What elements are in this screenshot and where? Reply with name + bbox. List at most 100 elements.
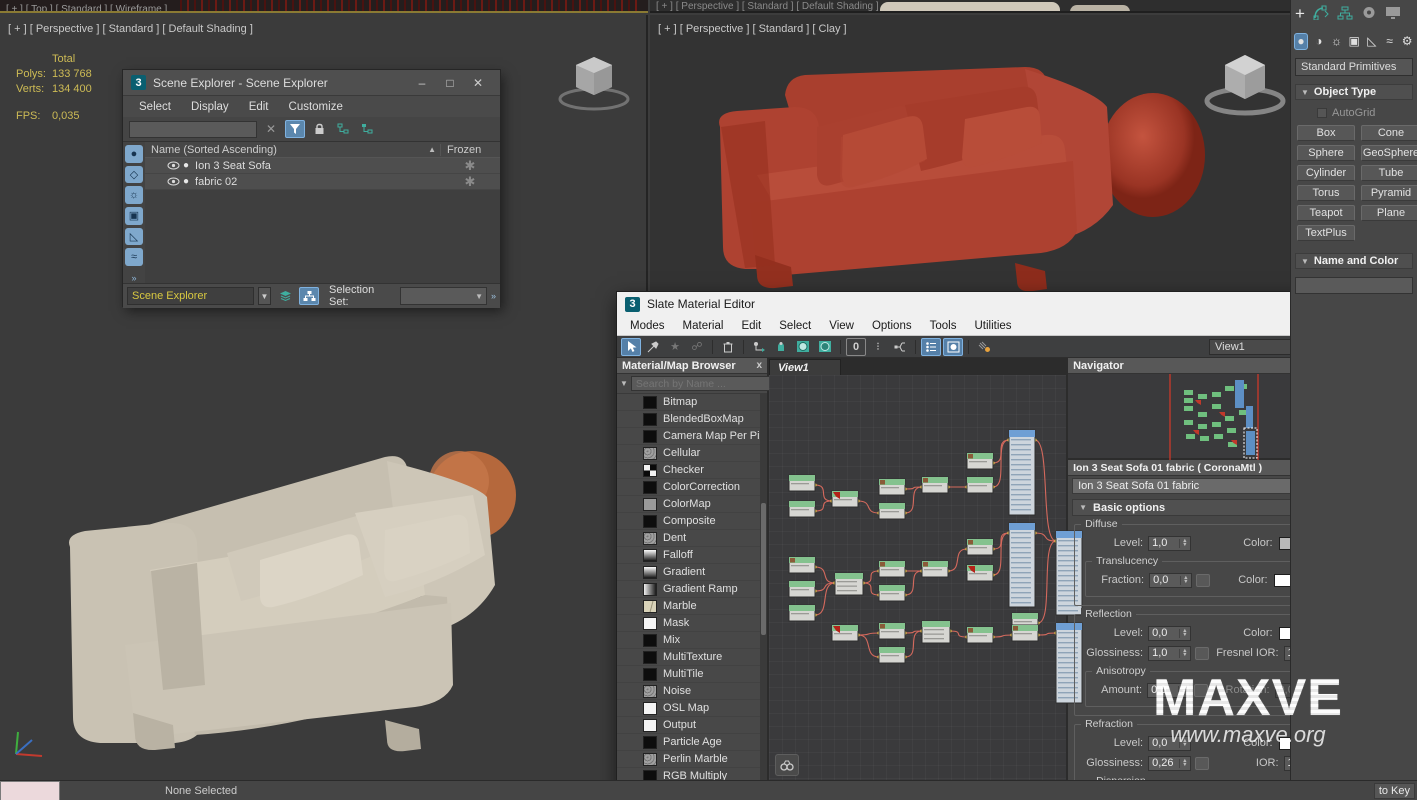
category-spacewarps-icon[interactable]: ≈: [1383, 33, 1397, 50]
layout-children-icon[interactable]: [890, 338, 910, 356]
primitive-button-plane[interactable]: Plane: [1361, 205, 1417, 221]
map-node[interactable]: [789, 605, 815, 621]
map-node[interactable]: [832, 491, 858, 507]
list-item[interactable]: BlendedBoxMap: [617, 411, 767, 428]
primitive-button-tube[interactable]: Tube: [1361, 165, 1417, 181]
browser-close-icon[interactable]: x: [756, 360, 762, 371]
assign-to-selection-icon[interactable]: [771, 338, 791, 356]
list-item[interactable]: Falloff: [617, 547, 767, 564]
map-node[interactable]: [789, 557, 815, 573]
autogrid-checkbox[interactable]: [1317, 108, 1327, 118]
tab-modify-icon[interactable]: [1313, 5, 1329, 23]
object-type-rollout[interactable]: ▼ Object Type: [1295, 84, 1413, 100]
map-node[interactable]: [879, 647, 905, 663]
primitive-button-torus[interactable]: Torus: [1297, 185, 1355, 201]
primitives-dropdown[interactable]: Standard Primitives: [1295, 58, 1413, 76]
close-icon[interactable]: ✕: [464, 76, 492, 90]
list-item[interactable]: Output: [617, 717, 767, 734]
display-lights-icon[interactable]: ☼: [125, 186, 143, 204]
diffuse-level-spinner[interactable]: 1,0▲▼: [1148, 536, 1190, 551]
map-node[interactable]: [967, 453, 993, 469]
pick-material-icon[interactable]: [643, 338, 663, 356]
map-node[interactable]: [835, 573, 863, 595]
column-name[interactable]: Name (Sorted Ascending): [145, 144, 428, 156]
primitive-button-teapot[interactable]: Teapot: [1297, 205, 1355, 221]
primitive-button-sphere[interactable]: Sphere: [1297, 145, 1355, 161]
show-shaded-map-icon[interactable]: [815, 338, 835, 356]
lock-icon[interactable]: [309, 120, 329, 138]
node-name[interactable]: Ion 3 Seat Sofa: [189, 160, 440, 172]
map-node[interactable]: [922, 561, 948, 577]
viewport-right-label[interactable]: [ + ] [ Perspective ] [ Standard ] [ Cla…: [658, 23, 847, 35]
select-tool-icon[interactable]: [621, 338, 641, 356]
hierarchy-mode-icon[interactable]: [299, 287, 319, 305]
viewport-topright-sliver[interactable]: [ + ] [ Perspective ] [ Standard ] [ Def…: [650, 0, 1290, 13]
map-node[interactable]: [832, 625, 858, 641]
viewport-top-label[interactable]: [ + ] [ Top ] [ Standard ] [ Wireframe ]: [6, 4, 167, 13]
browser-search-input[interactable]: [631, 376, 776, 391]
filter-icon[interactable]: [285, 120, 305, 138]
slate-menu-material[interactable]: Material: [674, 318, 733, 334]
node-graph-canvas[interactable]: [769, 375, 1066, 782]
layers-icon[interactable]: [275, 287, 295, 305]
category-cameras-icon[interactable]: ▣: [1347, 33, 1361, 50]
refraction-gloss-map-button[interactable]: [1195, 757, 1209, 770]
tab-view1[interactable]: View1: [769, 359, 841, 375]
map-node[interactable]: [789, 475, 815, 491]
map-node[interactable]: [967, 627, 993, 643]
primitive-button-cone[interactable]: Cone: [1361, 125, 1417, 141]
preview-quality-icon[interactable]: [943, 338, 963, 356]
se-menu-select[interactable]: Select: [129, 99, 181, 115]
viewport-top-wireframe-sliver[interactable]: [ + ] [ Top ] [ Standard ] [ Wireframe ]: [0, 0, 648, 13]
list-item[interactable]: Bitmap: [617, 394, 767, 411]
map-node[interactable]: [967, 539, 993, 555]
map-node[interactable]: [922, 621, 950, 643]
list-item[interactable]: Particle Age: [617, 734, 767, 751]
list-item[interactable]: Marble: [617, 598, 767, 615]
display-cameras-icon[interactable]: ▣: [125, 207, 143, 225]
se-menu-display[interactable]: Display: [181, 99, 239, 115]
map-node[interactable]: [879, 623, 905, 639]
maximize-icon[interactable]: □: [436, 76, 464, 90]
map-node[interactable]: [879, 503, 905, 519]
footer-overflow-icon[interactable]: »: [491, 291, 496, 301]
list-item[interactable]: Gradient Ramp: [617, 581, 767, 598]
primitive-button-pyramid[interactable]: Pyramid: [1361, 185, 1417, 201]
primitive-button-box[interactable]: Box: [1297, 125, 1355, 141]
material-node[interactable]: [1009, 430, 1035, 515]
map-node[interactable]: [967, 565, 993, 581]
maxscript-mini-listener[interactable]: [0, 781, 60, 800]
amount-map-button[interactable]: [1194, 684, 1208, 697]
material-node[interactable]: [1009, 523, 1035, 607]
list-header[interactable]: Name (Sorted Ascending) ▲ Frozen: [145, 142, 500, 158]
put-to-library-icon[interactable]: ★: [665, 338, 685, 356]
pick-parent-icon[interactable]: [333, 120, 353, 138]
delete-icon[interactable]: [718, 338, 738, 356]
amount-spinner[interactable]: 0,0▲▼: [1147, 683, 1189, 698]
slate-menu-tools[interactable]: Tools: [921, 318, 966, 334]
fraction-map-button[interactable]: [1196, 574, 1210, 587]
clear-search-icon[interactable]: ✕: [261, 120, 281, 138]
map-node[interactable]: [879, 585, 905, 601]
slate-titlebar[interactable]: 3 Slate Material Editor – □ ✕: [617, 292, 1385, 316]
list-item[interactable]: Noise: [617, 683, 767, 700]
explorer-name-combo[interactable]: Scene Explorer: [127, 287, 254, 305]
tab-motion-icon[interactable]: [1361, 5, 1377, 23]
category-geometry-icon[interactable]: ●: [1294, 33, 1308, 50]
browser-scrollbar[interactable]: [760, 394, 767, 782]
viewport-left-label[interactable]: [ + ] [ Perspective ] [ Standard ] [ Def…: [8, 23, 253, 35]
list-item[interactable]: Mix: [617, 632, 767, 649]
category-shapes-icon[interactable]: ◑: [1312, 33, 1326, 50]
refraction-gloss-spinner[interactable]: 0,26▲▼: [1148, 756, 1190, 771]
viewcube-right[interactable]: [1195, 45, 1290, 125]
browser-header[interactable]: Material/Map Browser x: [617, 358, 767, 374]
tab-hierarchy-icon[interactable]: [1337, 6, 1353, 23]
slate-menu-utilities[interactable]: Utilities: [965, 318, 1020, 334]
category-systems-icon[interactable]: ⚙: [1400, 33, 1414, 50]
render-map-icon[interactable]: [974, 338, 994, 356]
refraction-level-spinner[interactable]: 0,0▲▼: [1148, 736, 1190, 751]
browser-options-icon[interactable]: ▼: [620, 379, 628, 388]
name-color-rollout[interactable]: ▼ Name and Color: [1295, 253, 1413, 269]
viewport-topright-label[interactable]: [ + ] [ Perspective ] [ Standard ] [ Def…: [656, 1, 879, 12]
list-item[interactable]: Checker: [617, 462, 767, 479]
